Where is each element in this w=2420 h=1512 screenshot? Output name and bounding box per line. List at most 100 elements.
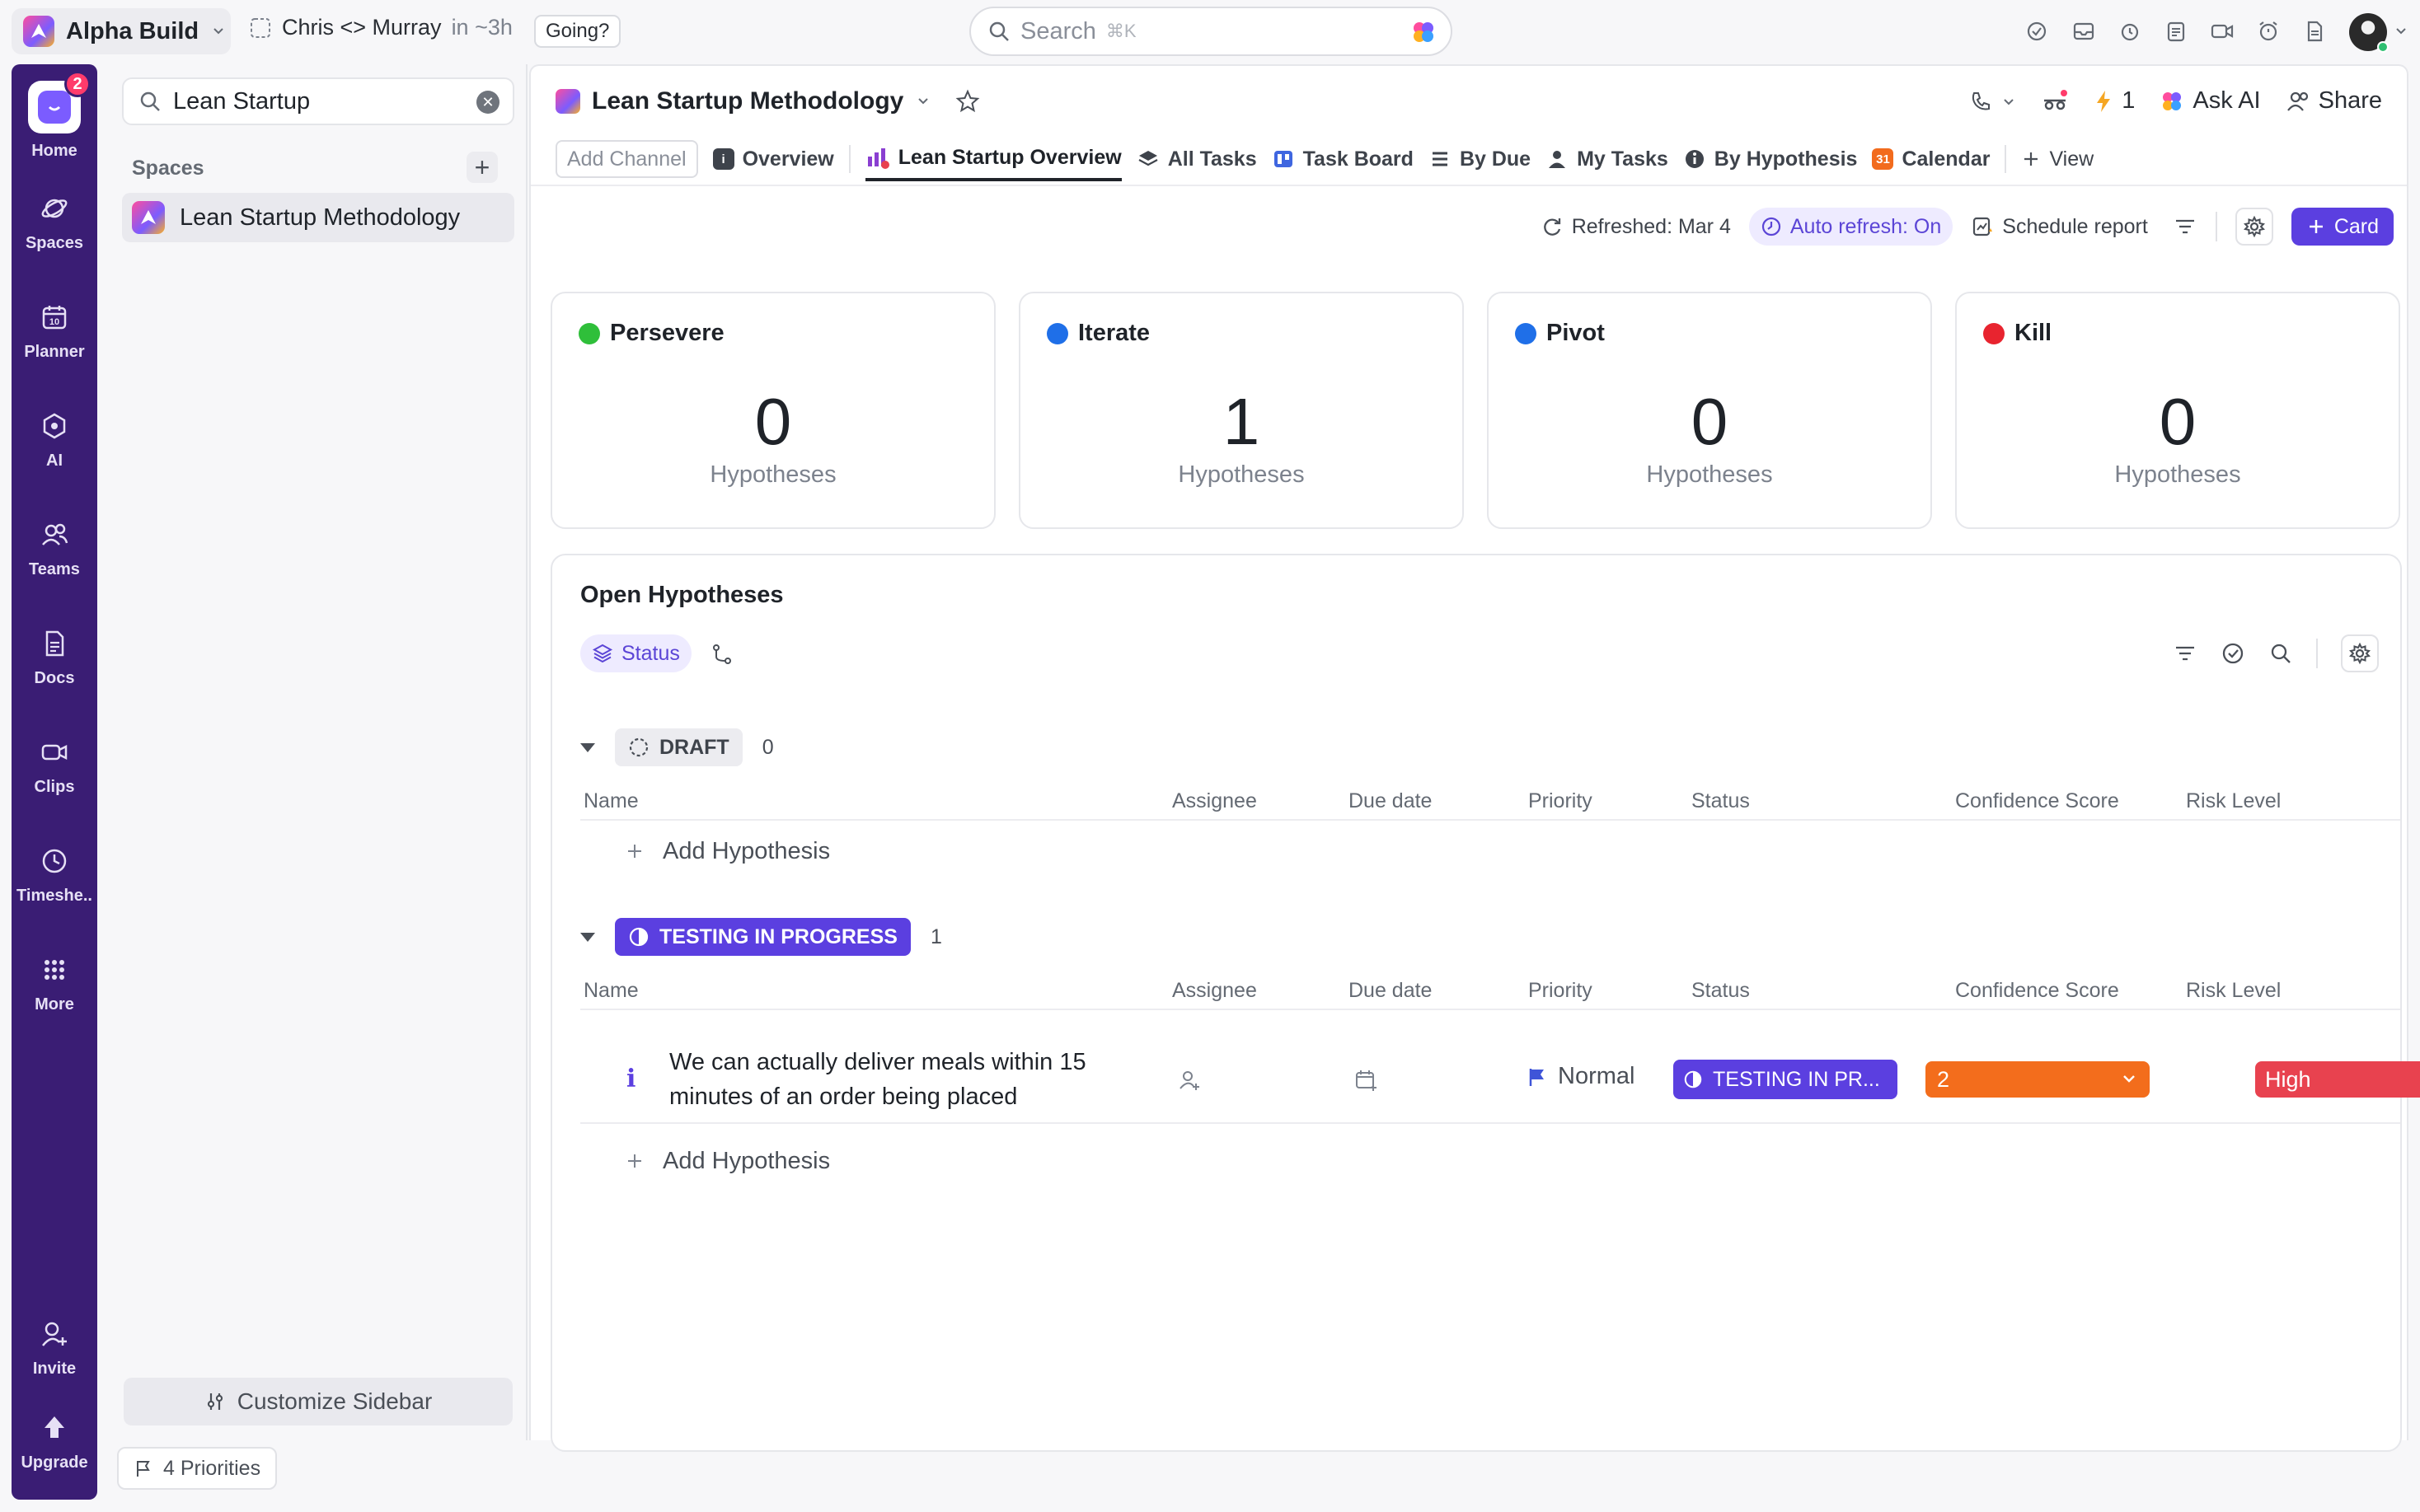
blue-circle-icon	[1047, 322, 1068, 344]
notepad-icon[interactable]	[2161, 16, 2191, 46]
rail-upgrade[interactable]: Upgrade	[12, 1411, 97, 1472]
card-pivot[interactable]: Pivot 0 Hypotheses	[1487, 292, 1932, 529]
ai-sparkle-icon[interactable]	[1411, 20, 1436, 44]
workspace-switcher[interactable]: Alpha Build	[12, 8, 231, 54]
customize-sidebar-button[interactable]: Customize Sidebar	[124, 1378, 513, 1425]
add-channel-button[interactable]: Add Channel	[556, 140, 698, 178]
group-by-status-chip[interactable]: Status	[580, 634, 692, 672]
task-name[interactable]: We can actually deliver meals within 15 …	[669, 1045, 1131, 1114]
column-header-status[interactable]: Status	[1691, 789, 1750, 813]
ask-ai-button[interactable]: Ask AI	[2160, 87, 2261, 115]
global-search[interactable]: Search ⌘K	[969, 7, 1452, 56]
tab-overview[interactable]: i Overview	[712, 137, 834, 181]
rail-teams[interactable]: Teams	[12, 517, 97, 579]
clear-search-icon[interactable]: ✕	[476, 91, 499, 114]
chevron-down-icon[interactable]	[2394, 23, 2408, 38]
column-header-priority[interactable]: Priority	[1528, 789, 1592, 813]
auto-refresh-toggle[interactable]: Auto refresh: On	[1748, 208, 1953, 246]
add-due-date-icon[interactable]	[1353, 1068, 1378, 1093]
column-header-confidence[interactable]: Confidence Score	[1955, 979, 2119, 1003]
tab-calendar[interactable]: 31 Calendar	[1872, 137, 1990, 181]
ask-ai-label: Ask AI	[2193, 87, 2261, 114]
search-icon[interactable]	[2268, 641, 2293, 666]
collapse-caret-icon[interactable]	[580, 932, 595, 942]
column-header-risk[interactable]: Risk Level	[2186, 979, 2281, 1003]
add-assignee-icon[interactable]	[1177, 1068, 1202, 1093]
rail-spaces[interactable]: Spaces	[12, 191, 97, 253]
status-pill-draft[interactable]: DRAFT	[615, 728, 743, 766]
dashboard-settings-button[interactable]	[2235, 208, 2273, 246]
collapse-caret-icon[interactable]	[580, 742, 595, 752]
table-settings-button[interactable]	[2341, 634, 2379, 672]
add-space-button[interactable]: +	[467, 152, 498, 183]
rail-clips[interactable]: Clips	[12, 735, 97, 797]
gear-icon	[2349, 642, 2371, 665]
column-header-assignee[interactable]: Assignee	[1172, 789, 1257, 813]
tab-by-hypothesis[interactable]: By Hypothesis	[1683, 137, 1857, 181]
rail-home[interactable]: 2 Home	[12, 71, 97, 161]
upcoming-meeting[interactable]: Chris <> Murray in ~3h	[249, 15, 513, 40]
inbox-icon[interactable]	[2069, 16, 2099, 46]
chevron-down-icon[interactable]	[915, 93, 931, 110]
confidence-score-dropdown[interactable]: 2	[1925, 1061, 2150, 1098]
tab-task-board[interactable]: Task Board	[1272, 137, 1414, 181]
going-button[interactable]: Going?	[534, 15, 621, 48]
add-view-button[interactable]: View	[2021, 137, 2094, 181]
column-header-due-date[interactable]: Due date	[1348, 789, 1432, 813]
status-cell[interactable]: TESTING IN PR...	[1673, 1060, 1897, 1099]
schedule-label: Schedule report	[2002, 214, 2148, 238]
refresh-button[interactable]: Refreshed: Mar 4	[1541, 215, 1731, 239]
page-title[interactable]: Lean Startup Methodology	[556, 87, 981, 115]
risk-level-cell[interactable]: High	[2255, 1061, 2420, 1098]
column-header-confidence[interactable]: Confidence Score	[1955, 789, 2119, 813]
call-button[interactable]	[1968, 89, 2016, 114]
rail-ai[interactable]: AI	[12, 409, 97, 470]
priority-cell[interactable]: Normal	[1527, 1063, 1634, 1090]
tab-my-tasks[interactable]: My Tasks	[1545, 137, 1668, 181]
rail-invite[interactable]: Invite	[12, 1317, 97, 1379]
filter-icon[interactable]	[2173, 641, 2197, 666]
star-icon[interactable]	[954, 88, 981, 115]
column-header-status[interactable]: Status	[1691, 979, 1750, 1003]
timer-icon[interactable]	[2115, 16, 2145, 46]
column-header-due-date[interactable]: Due date	[1348, 979, 1432, 1003]
automation-button[interactable]: 1	[2094, 87, 2135, 115]
column-header-risk[interactable]: Risk Level	[2186, 789, 2281, 813]
tab-by-due[interactable]: By Due	[1428, 137, 1531, 181]
card-iterate[interactable]: Iterate 1 Hypotheses	[1019, 292, 1464, 529]
document-icon[interactable]	[2300, 16, 2329, 46]
column-header-assignee[interactable]: Assignee	[1172, 979, 1257, 1003]
column-header-name[interactable]: Name	[584, 789, 639, 813]
column-header-name[interactable]: Name	[584, 979, 639, 1003]
add-hypothesis-draft[interactable]: Add Hypothesis	[580, 822, 2400, 880]
video-icon[interactable]	[2207, 16, 2237, 46]
chevron-down-icon	[2004, 98, 2014, 105]
check-circle-icon[interactable]	[2221, 641, 2245, 666]
card-persevere[interactable]: Persevere 0 Hypotheses	[551, 292, 996, 529]
filter-icon[interactable]	[2173, 214, 2197, 239]
alarm-icon[interactable]	[2254, 16, 2283, 46]
rail-timesheets[interactable]: Timeshe..	[12, 844, 97, 906]
check-plus-icon[interactable]	[2023, 16, 2052, 46]
sidebar-search-input[interactable]: Lean Startup ✕	[122, 77, 514, 125]
rail-docs[interactable]: Docs	[12, 626, 97, 688]
column-header-priority[interactable]: Priority	[1528, 979, 1592, 1003]
add-hypothesis-testing[interactable]: Add Hypothesis	[580, 1132, 2400, 1190]
schedule-report-button[interactable]: Schedule report	[1971, 215, 2148, 239]
tab-all-tasks[interactable]: All Tasks	[1137, 137, 1257, 181]
sidebar-item-lean-startup[interactable]: Lean Startup Methodology	[122, 193, 514, 242]
rail-planner[interactable]: 10 Planner	[12, 300, 97, 362]
add-card-button[interactable]: Card	[2291, 208, 2394, 246]
table-row[interactable]: i We can actually deliver meals within 1…	[580, 1037, 2420, 1124]
subtasks-icon[interactable]	[711, 643, 734, 666]
card-kill[interactable]: Kill 0 Hypotheses	[1955, 292, 2400, 529]
incognito-button[interactable]	[2041, 89, 2069, 114]
rail-more[interactable]: More	[12, 953, 97, 1014]
share-button[interactable]: Share	[2286, 87, 2382, 115]
red-circle-icon	[1983, 322, 2005, 344]
search-placeholder: Search	[1020, 17, 1096, 44]
card-label: Hypotheses	[2114, 461, 2241, 488]
tab-lean-startup-overview[interactable]: Lean Startup Overview	[865, 137, 1122, 181]
status-pill-testing[interactable]: TESTING IN PROGRESS	[615, 918, 911, 956]
priorities-button[interactable]: 4 Priorities	[117, 1447, 278, 1490]
